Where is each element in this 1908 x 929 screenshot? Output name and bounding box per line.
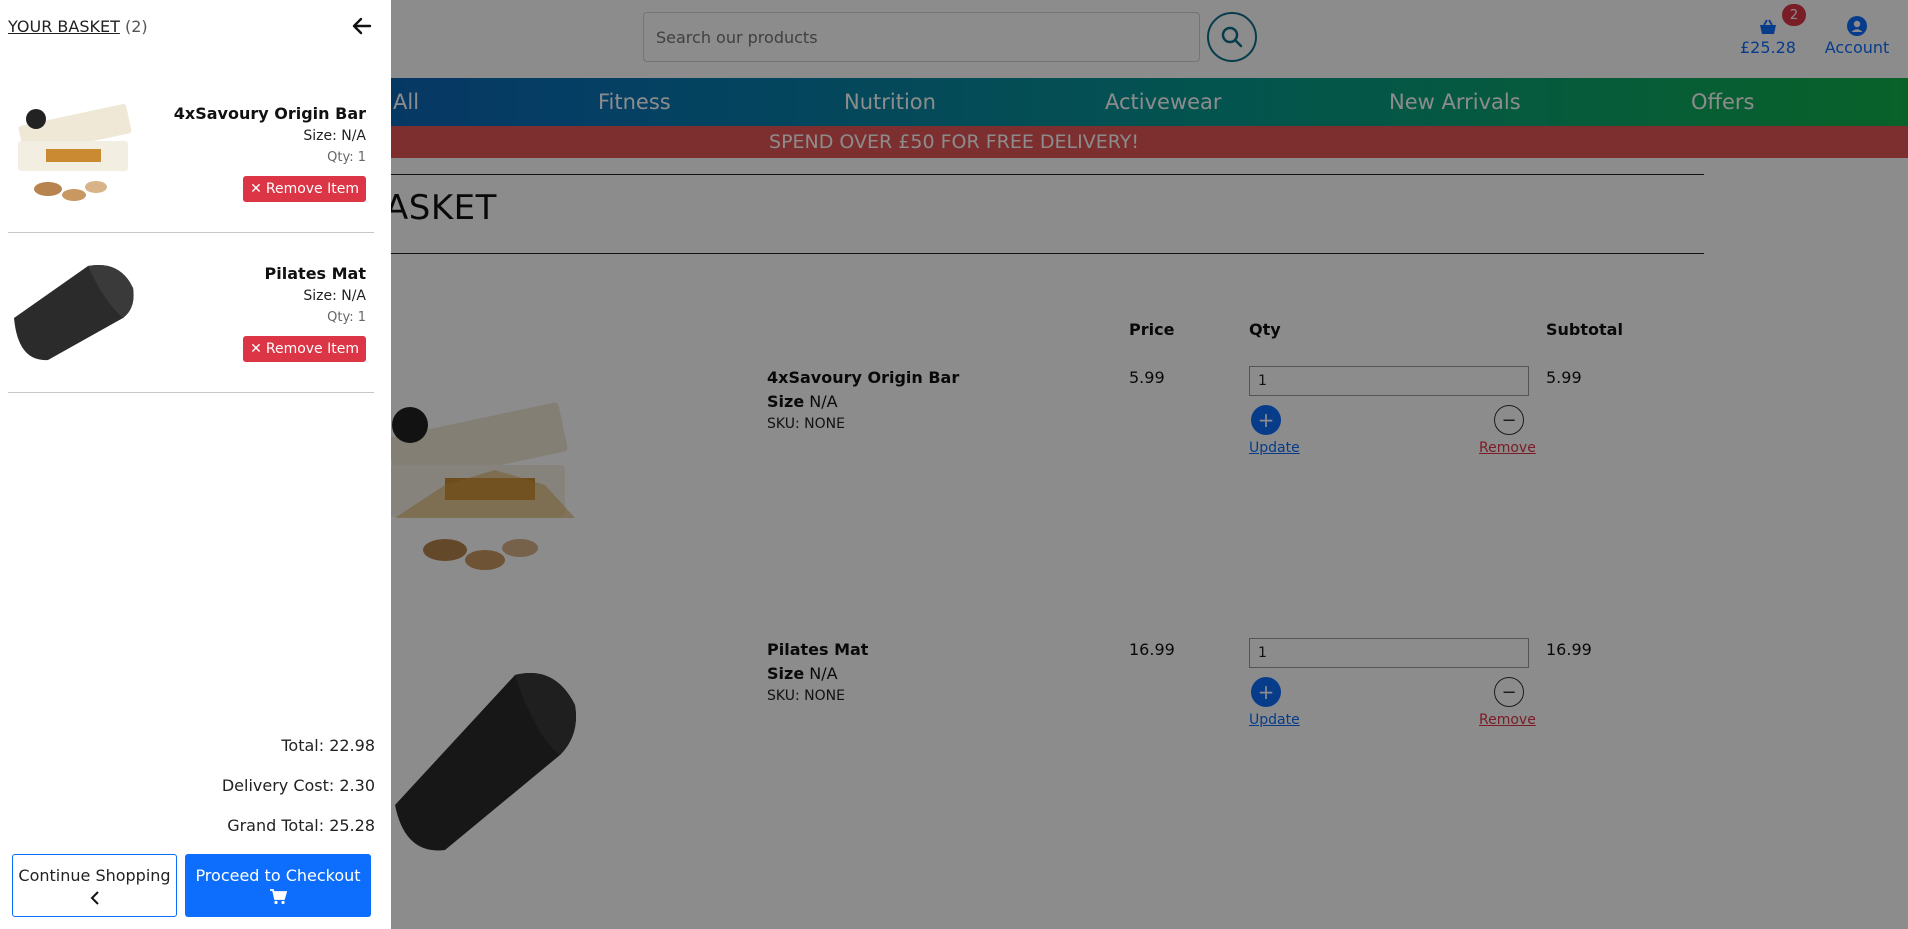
- drawer-total: Total: 22.98: [281, 736, 375, 755]
- basket-drawer: YOUR BASKET (2) 4xSavoury Origin Bar Siz…: [0, 0, 391, 929]
- drawer-item: Pilates Mat Size: N/A Qty: 1 ✕ Remove Ite…: [8, 252, 374, 372]
- drawer-grand-total: Grand Total: 25.28: [227, 816, 375, 835]
- drawer-item-qty: Qty: 1: [327, 310, 366, 325]
- drawer-item-size: Size: N/A: [303, 128, 366, 144]
- drawer-title: YOUR BASKET (2): [8, 17, 148, 36]
- remove-item-label: Remove Item: [265, 181, 359, 197]
- chevron-left-icon: [90, 891, 99, 905]
- arrow-left-icon: [352, 17, 372, 35]
- close-icon: ✕: [250, 341, 262, 357]
- continue-shopping-button[interactable]: Continue Shopping: [12, 854, 177, 917]
- close-drawer-button[interactable]: [350, 14, 374, 38]
- remove-item-button[interactable]: ✕ Remove Item: [243, 336, 366, 362]
- remove-item-button[interactable]: ✕ Remove Item: [243, 176, 366, 202]
- proceed-to-checkout-button[interactable]: Proceed to Checkout: [185, 854, 371, 917]
- continue-shopping-label: Continue Shopping: [18, 866, 171, 885]
- drawer-item-image: [18, 104, 132, 201]
- drawer-delivery-cost: Delivery Cost: 2.30: [221, 776, 375, 795]
- drawer-item-qty: Qty: 1: [327, 150, 366, 165]
- drawer-item: 4xSavoury Origin Bar Size: N/A Qty: 1 ✕ R…: [8, 92, 374, 212]
- drawer-item-name[interactable]: Pilates Mat: [265, 264, 366, 283]
- drawer-item-image: [14, 264, 134, 361]
- checkout-label: Proceed to Checkout: [195, 866, 361, 885]
- drawer-item-size: Size: N/A: [303, 288, 366, 304]
- drawer-item-name[interactable]: 4xSavoury Origin Bar: [174, 104, 366, 123]
- cart-icon: [270, 889, 287, 905]
- close-icon: ✕: [250, 181, 262, 197]
- drawer-item-count: (2): [124, 17, 148, 36]
- remove-item-label: Remove Item: [265, 341, 359, 357]
- drawer-divider: [8, 232, 374, 233]
- drawer-divider: [8, 392, 374, 393]
- drawer-title-text[interactable]: YOUR BASKET: [8, 17, 120, 36]
